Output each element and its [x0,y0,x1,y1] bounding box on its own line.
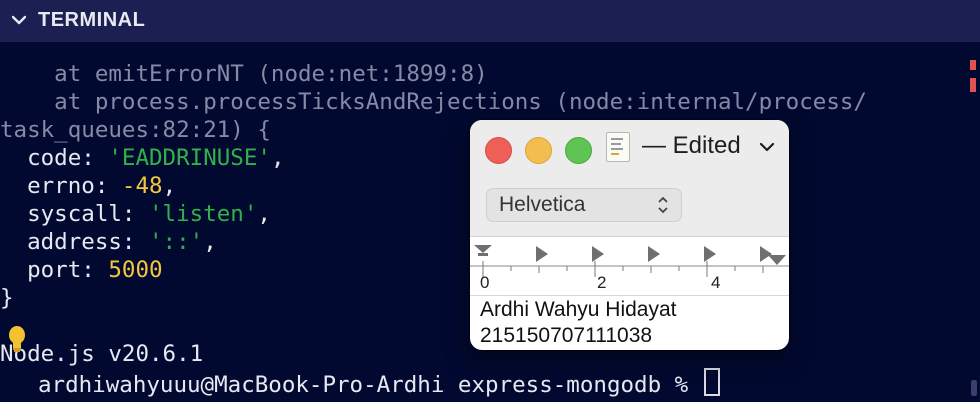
ruler-label: 2 [597,273,607,292]
chevron-down-icon[interactable] [759,141,775,153]
address-line: address: '::', [0,229,217,255]
text-ruler[interactable]: 0 2 4 [470,237,789,296]
window-titlebar[interactable]: — Edited [470,120,789,174]
format-toolbar: Helvetica [470,174,789,237]
scrollbar-error-marker [970,78,976,92]
chevron-down-icon[interactable] [12,13,26,27]
text-cursor [703,368,720,396]
syscall-line: syscall: 'listen', [0,201,271,227]
document-icon[interactable] [606,132,630,162]
terminal-panel-header: TERMINAL [0,0,980,42]
stack-line-end: task_queues:82:21) { [0,117,271,143]
scrollbar-thumb[interactable] [971,380,977,396]
document-line: Ardhi Wahyu Hidayat [480,298,677,321]
close-button[interactable] [485,137,512,164]
font-family-select[interactable]: Helvetica [486,188,682,222]
document-line: 215150707111038 [480,324,653,347]
ruler-label: 0 [480,273,490,292]
stack-line: at emitErrorNT (node:net:1899:8) [0,61,488,87]
terminal-scrollbar[interactable] [968,42,980,402]
minimize-button[interactable] [525,137,552,164]
zoom-button[interactable] [565,137,592,164]
document-body[interactable]: Ardhi Wahyu Hidayat 215150707111038 [480,297,780,349]
ruler-label: 4 [711,273,721,292]
window-title[interactable]: — Edited [642,132,741,160]
error-code-line: code: 'EADDRINUSE', [0,145,285,171]
port-line: port: 5000 [0,257,163,283]
node-version: Node.js v20.6.1 [0,341,204,367]
up-down-arrows-icon [658,196,668,214]
errno-line: errno: -48, [0,173,177,199]
panel-title[interactable]: TERMINAL [38,9,145,32]
close-brace: } [0,285,14,311]
scrollbar-error-marker [970,60,976,70]
lightbulb-icon[interactable] [8,325,26,353]
tab-stop-markers [474,245,786,265]
stack-line: at process.processTicksAndRejections (no… [0,89,867,115]
textedit-window[interactable]: — Edited Helvetica 0 2 4 Ardhi Wahyu Hid… [470,120,789,350]
shell-prompt[interactable]: ardhiwahyuuu@MacBook-Pro-Ardhi express-m… [38,368,720,399]
font-family-value: Helvetica [499,193,586,216]
